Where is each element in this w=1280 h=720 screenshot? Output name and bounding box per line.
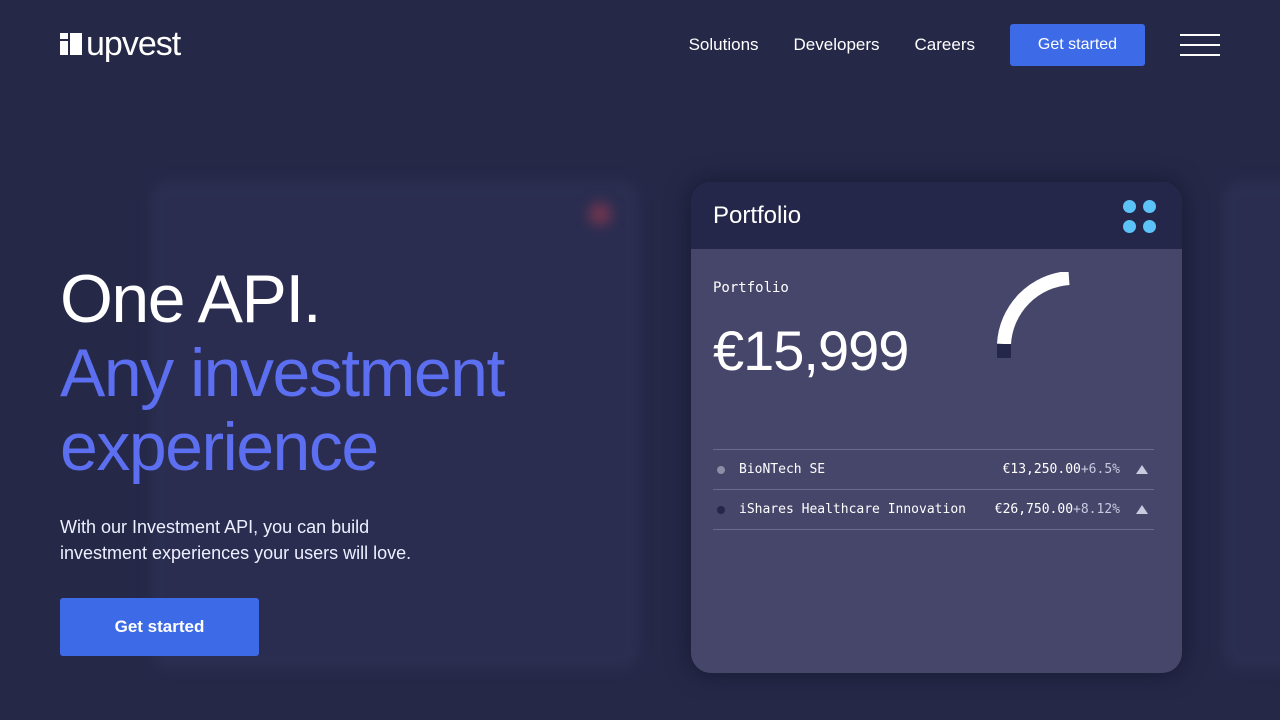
holding-row[interactable]: iShares Healthcare Innovation €26,750.00… — [713, 490, 1154, 530]
hero-get-started-button[interactable]: Get started — [60, 598, 259, 656]
menu-icon[interactable] — [1180, 34, 1220, 56]
hero-headline: One API. Any investment experience — [60, 261, 505, 485]
portfolio-label: Portfolio — [713, 280, 789, 296]
brand-name: upvest — [86, 25, 181, 63]
hero-headline-line1: One API. — [60, 261, 322, 337]
holdings-list: BioNTech SE €13,250.00 +6.5% iShares Hea… — [713, 449, 1154, 530]
portfolio-card-header: Portfolio — [691, 182, 1182, 249]
portfolio-amount: €15,999 — [713, 319, 909, 382]
holding-name: BioNTech SE — [739, 462, 826, 477]
dots-grid-icon — [1123, 200, 1156, 233]
main-nav: Solutions Developers Careers Get started — [689, 24, 1220, 66]
portfolio-card-title: Portfolio — [713, 201, 802, 229]
nav-get-started-button[interactable]: Get started — [1010, 24, 1145, 66]
holding-change: +8.12% — [1073, 502, 1120, 517]
background-blur-dot — [588, 202, 612, 226]
holding-name: iShares Healthcare Innovation — [739, 502, 966, 517]
background-blur-panel-right — [1222, 180, 1280, 670]
holding-change: +6.5% — [1080, 462, 1120, 477]
arrow-up-icon — [1136, 465, 1148, 474]
arrow-up-icon — [1136, 505, 1148, 514]
brand-logo-icon — [60, 33, 82, 55]
site-header: upvest Solutions Developers Careers Get … — [0, 0, 1280, 90]
holding-value: €26,750.00 — [994, 502, 1074, 517]
brand-logo[interactable]: upvest — [60, 25, 181, 63]
portfolio-card: Portfolio Portfolio €15,999 BioNTech SE … — [691, 182, 1182, 673]
holding-value: €13,250.00 — [1002, 462, 1081, 477]
holding-row[interactable]: BioNTech SE €13,250.00 +6.5% — [713, 450, 1154, 490]
hero-headline-line3: experience — [60, 409, 379, 485]
hero-headline-line2: Any investment — [60, 335, 505, 411]
hero-subtitle: With our Investment API, you can build i… — [60, 517, 412, 563]
holding-dot — [717, 505, 725, 514]
nav-item-developers[interactable]: Developers — [794, 35, 880, 55]
nav-item-solutions[interactable]: Solutions — [689, 35, 759, 55]
nav-item-careers[interactable]: Careers — [915, 35, 975, 55]
holding-dot — [717, 465, 725, 474]
portfolio-gauge-icon — [997, 272, 1070, 358]
